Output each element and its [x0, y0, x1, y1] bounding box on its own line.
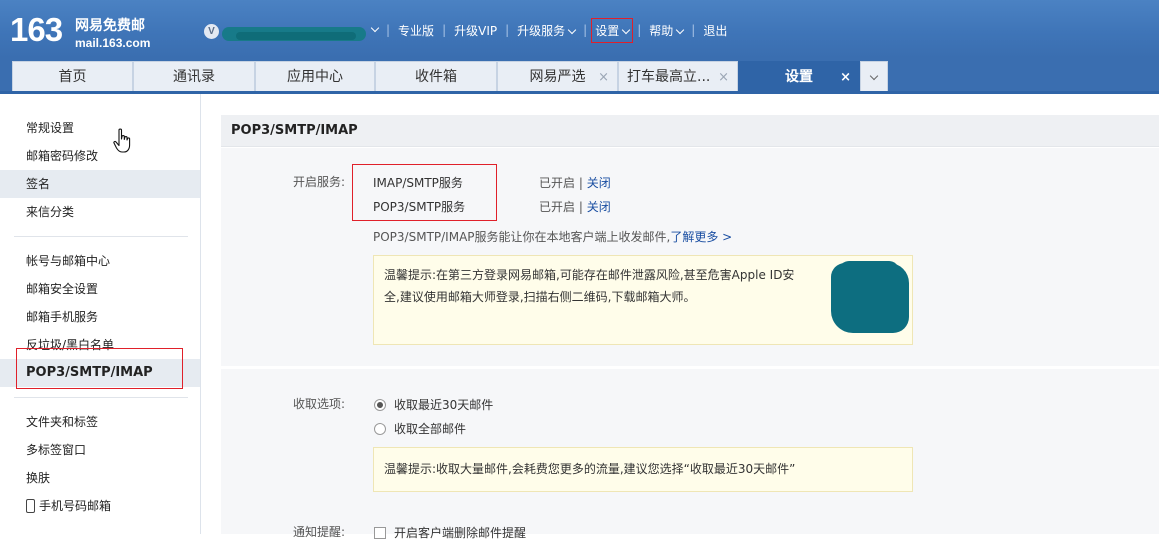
- nav-separator: |: [637, 23, 642, 37]
- tab-inbox[interactable]: 收件箱: [375, 61, 497, 93]
- chevron-down-icon: [621, 25, 631, 34]
- sidebar-item-general[interactable]: 常规设置: [0, 114, 200, 142]
- tab-label: 网易严选: [529, 69, 586, 85]
- nav-separator: |: [442, 23, 447, 37]
- tab-label: 通讯录: [173, 69, 215, 85]
- sidebar-item-account-center[interactable]: 帐号与邮箱中心: [0, 247, 200, 275]
- status-text: 已开启: [539, 200, 576, 214]
- traffic-tip-box: 温馨提示:收取大量邮件,会耗费您更多的流量,建议您选择“收取最近30天邮件”: [373, 447, 913, 492]
- logo-url: mail.163.com: [75, 36, 151, 50]
- tab-app-center[interactable]: 应用中心: [255, 61, 375, 93]
- tab-more-button[interactable]: [860, 61, 888, 93]
- sidebar-item-skin[interactable]: 换肤: [0, 464, 200, 492]
- close-icon[interactable]: ×: [718, 62, 729, 93]
- sidebar-item-mail-filter[interactable]: 来信分类: [0, 198, 200, 226]
- nav-help[interactable]: 帮助: [649, 22, 685, 39]
- notify-label: 通知提醒:: [293, 525, 346, 539]
- tab-bar: 首页 通讯录 应用中心 收件箱 网易严选 × 打车最高立... × 设置 ×: [0, 58, 1159, 93]
- top-nav: | 专业版 | 升级VIP | 升级服务 | 设置 | 帮助 | 退出: [370, 17, 727, 43]
- traffic-tip-text: 温馨提示:收取大量邮件,会耗费您更多的流量,建议您选择“收取最近30天邮件”: [384, 462, 796, 476]
- redacted-account-name-stroke: [236, 32, 356, 40]
- logo-163[interactable]: 163: [10, 13, 63, 46]
- tab-label: 打车最高立...: [627, 69, 711, 85]
- nav-separator: |: [505, 23, 510, 37]
- phone-icon: [26, 499, 35, 513]
- security-tip-line1: 温馨提示:在第三方登录网易邮箱,可能存在邮件泄露风险,甚至危害Apple ID安: [384, 268, 795, 282]
- vip-badge-icon[interactable]: V: [204, 24, 219, 39]
- chevron-down-icon: [676, 25, 685, 34]
- nav-help-label: 帮助: [649, 23, 674, 38]
- sidebar-item-folders[interactable]: 文件夹和标签: [0, 408, 200, 436]
- tab-label: 首页: [58, 69, 87, 85]
- tab-contacts[interactable]: 通讯录: [133, 61, 255, 93]
- nav-pro-edition[interactable]: 专业版: [398, 22, 434, 39]
- sidebar-divider: [14, 236, 188, 237]
- pop3-close-link[interactable]: 关闭: [587, 200, 611, 214]
- sidebar-divider: [14, 397, 188, 398]
- service-desc-text: POP3/SMTP/IMAP服务能让你在本地客户端上收发邮件,: [373, 230, 671, 244]
- nav-upgrade-service-label: 升级服务: [517, 23, 566, 38]
- imap-service-status: 已开启 | 关闭: [539, 174, 611, 191]
- status-separator: |: [578, 200, 583, 214]
- radio-unselected[interactable]: [374, 423, 386, 435]
- nav-separator: |: [386, 23, 391, 37]
- nav-upgrade-vip[interactable]: 升级VIP: [454, 22, 497, 39]
- page-title: POP3/SMTP/IMAP: [221, 115, 1159, 147]
- tab-taxi-promo[interactable]: 打车最高立... ×: [618, 61, 738, 93]
- nav-settings-label: 设置: [595, 23, 620, 38]
- sidebar-item-multi-tab[interactable]: 多标签窗口: [0, 436, 200, 464]
- status-text: 已开启: [539, 176, 576, 190]
- learn-more-link[interactable]: 了解更多 >: [670, 230, 732, 244]
- tab-yanxuan[interactable]: 网易严选 ×: [497, 61, 618, 93]
- nav-settings[interactable]: 设置: [591, 17, 634, 43]
- notify-option[interactable]: 开启客户端删除邮件提醒: [374, 524, 526, 541]
- receive-option-all[interactable]: 收取全部邮件: [374, 420, 466, 437]
- sidebar-item-signature[interactable]: 签名: [0, 170, 200, 198]
- sidebar-item-phone-mailbox[interactable]: 手机号码邮箱: [0, 492, 200, 520]
- nav-separator: |: [583, 23, 588, 37]
- option-label: 收取全部邮件: [394, 422, 467, 436]
- option-label: 收取最近30天邮件: [394, 398, 494, 412]
- tab-label: 应用中心: [287, 69, 343, 85]
- hand-cursor-icon: [113, 128, 131, 153]
- qr-code-image[interactable]: [831, 263, 909, 333]
- service-label: 开启服务:: [293, 175, 346, 189]
- settings-sidebar: 常规设置 邮箱密码修改 签名 来信分类 帐号与邮箱中心 邮箱安全设置 邮箱手机服…: [0, 94, 201, 534]
- pop3-service-status: 已开启 | 关闭: [539, 198, 611, 215]
- sidebar-item-label: 手机号码邮箱: [39, 499, 112, 513]
- tab-label: 设置: [785, 69, 813, 85]
- nav-logout[interactable]: 退出: [703, 22, 727, 39]
- sidebar-item-security[interactable]: 邮箱安全设置: [0, 275, 200, 303]
- highlight-box-sidebar: [16, 348, 183, 389]
- service-description: POP3/SMTP/IMAP服务能让你在本地客户端上收发邮件,了解更多 >: [373, 228, 732, 245]
- radio-selected[interactable]: [374, 399, 386, 411]
- tab-label: 收件箱: [415, 69, 457, 85]
- notify-option-label: 开启客户端删除邮件提醒: [394, 526, 527, 540]
- tab-settings[interactable]: 设置 ×: [738, 61, 860, 93]
- status-separator: |: [578, 176, 583, 190]
- notify-checkbox[interactable]: [374, 527, 386, 539]
- receive-label: 收取选项:: [293, 397, 346, 411]
- security-tip-line2: 全,建议使用邮箱大师登录,扫描右侧二维码,下载邮箱大师。: [384, 290, 696, 304]
- account-chevron-down-icon[interactable]: [370, 23, 380, 33]
- highlight-box-services: [352, 164, 497, 221]
- imap-close-link[interactable]: 关闭: [587, 176, 611, 190]
- top-header: 163 网易免费邮 mail.163.com V | 专业版 | 升级VIP |…: [0, 0, 1159, 58]
- receive-option-30days[interactable]: 收取最近30天邮件: [374, 396, 493, 413]
- sidebar-item-password[interactable]: 邮箱密码修改: [0, 142, 200, 170]
- close-icon[interactable]: ×: [598, 62, 609, 93]
- nav-upgrade-service[interactable]: 升级服务: [517, 22, 577, 39]
- main-panel: POP3/SMTP/IMAP 开启服务: IMAP/SMTP服务 已开启 | 关…: [221, 115, 1159, 540]
- sidebar-item-mobile-service[interactable]: 邮箱手机服务: [0, 303, 200, 331]
- close-icon[interactable]: ×: [840, 62, 851, 93]
- tab-home[interactable]: 首页: [12, 61, 133, 93]
- nav-separator: |: [691, 23, 696, 37]
- chevron-down-icon: [869, 71, 879, 81]
- logo-name: 网易免费邮: [75, 18, 145, 34]
- chevron-down-icon: [567, 25, 577, 34]
